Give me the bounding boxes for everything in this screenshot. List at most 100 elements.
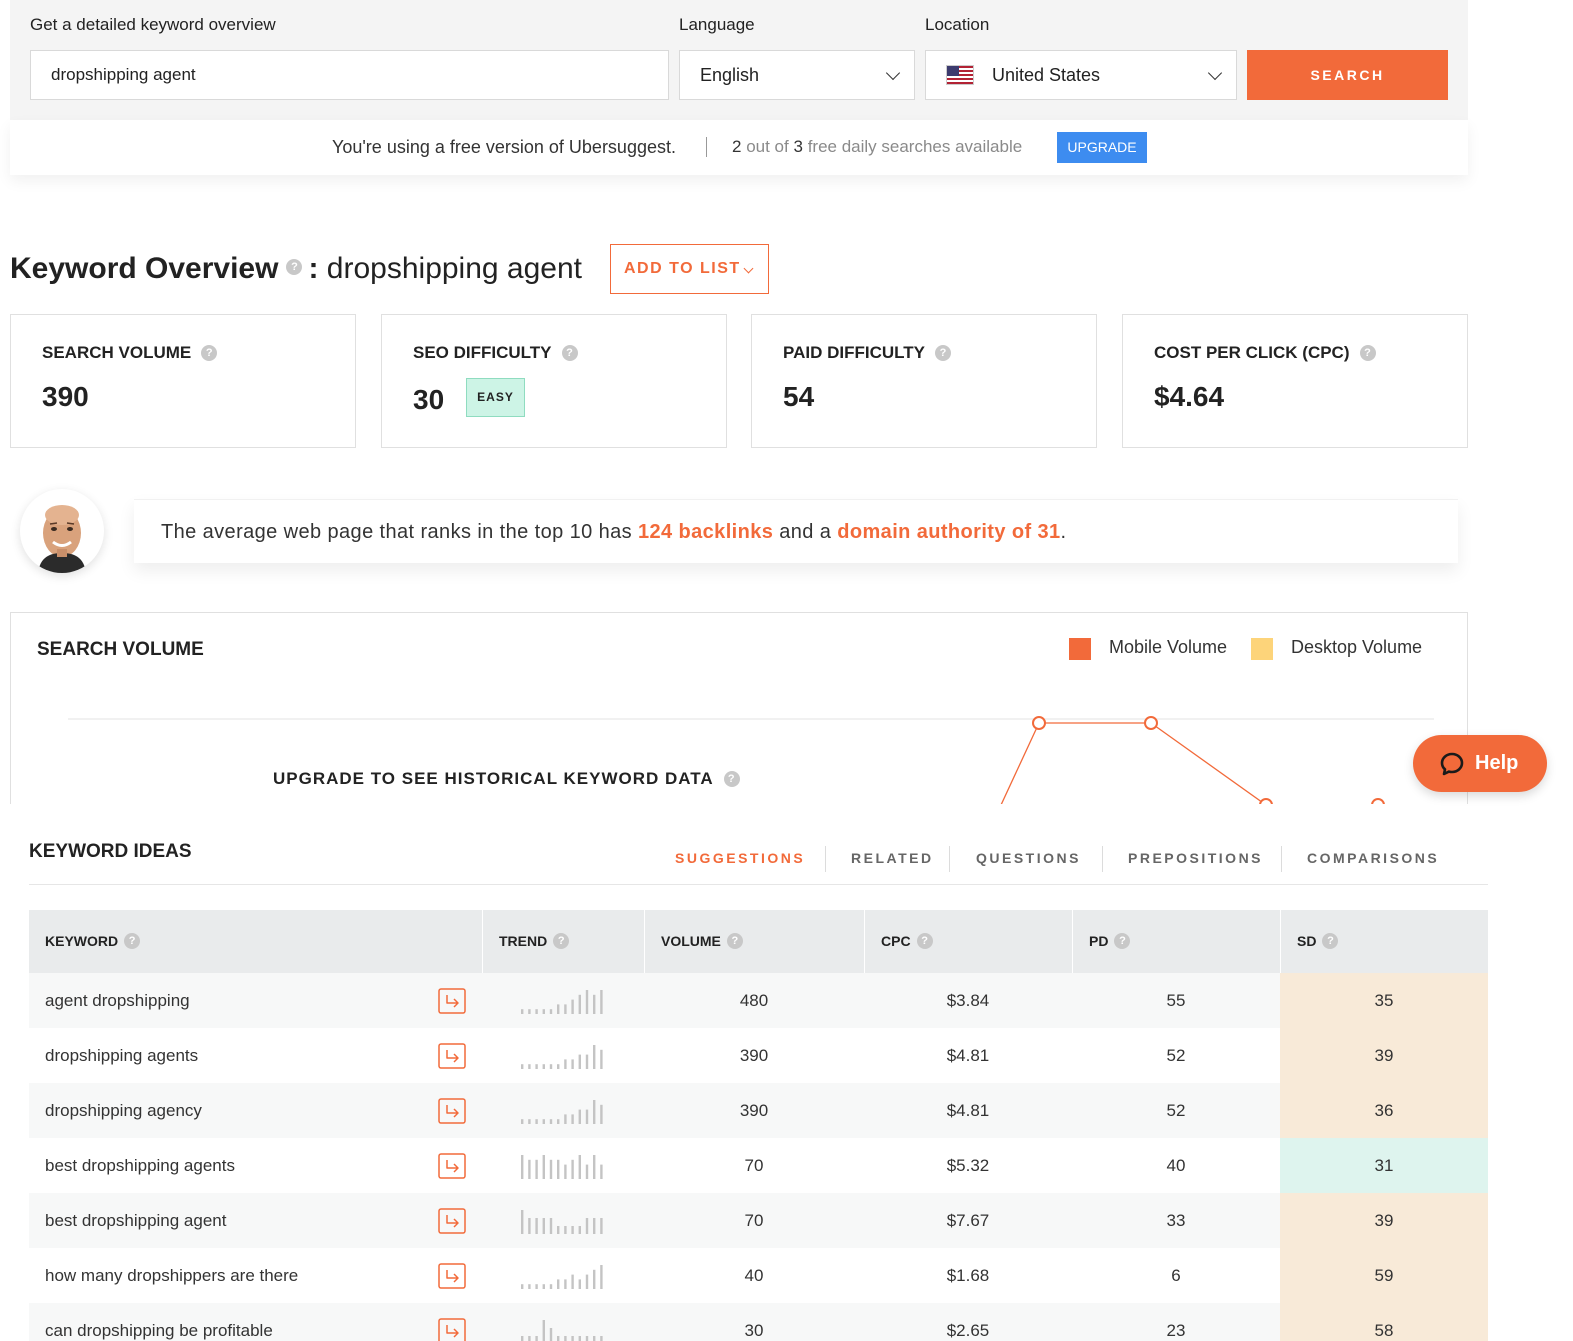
help-icon[interactable]: ?	[553, 933, 570, 950]
search-volume-chart: SEARCH VOLUME Mobile Volume Desktop Volu…	[10, 612, 1468, 804]
keyword-cell[interactable]: best dropshipping agents	[45, 1138, 235, 1193]
keyword-cell[interactable]: best dropshipping agent	[45, 1193, 226, 1248]
trend-bar	[542, 1009, 545, 1014]
trend-bar	[585, 990, 589, 1014]
trend-bar	[564, 1164, 567, 1179]
location-select[interactable]: United States	[925, 50, 1237, 100]
trend-bar	[585, 1274, 589, 1289]
trend-sparkline	[521, 1045, 603, 1069]
trend-bar	[549, 1284, 553, 1289]
open-keyword-icon[interactable]	[438, 1098, 466, 1124]
volume-cell: 30	[744, 1321, 764, 1340]
trend-bar	[535, 1009, 538, 1014]
help-icon[interactable]: ?	[1359, 344, 1376, 361]
help-icon[interactable]: ?	[916, 933, 933, 950]
cpc-cell: $7.67	[946, 1211, 990, 1230]
trend-bar	[535, 1336, 538, 1341]
free-searches-count: 2 out of 3 free daily searches available	[732, 137, 1023, 156]
open-keyword-icon[interactable]	[438, 988, 466, 1014]
volume-cell: 70	[744, 1211, 764, 1230]
trend-bar	[593, 1269, 596, 1289]
metric-value: 54	[783, 381, 815, 412]
help-icon[interactable]: ?	[561, 344, 578, 361]
column-header-cpc[interactable]: CPC?	[865, 910, 933, 973]
tab-comparisons[interactable]: COMPARISONS	[1307, 850, 1439, 866]
tab-divider	[1281, 846, 1282, 872]
trend-bar	[521, 1119, 524, 1124]
help-icon[interactable]: ?	[723, 770, 740, 787]
trend-bar	[528, 1009, 531, 1014]
open-keyword-icon[interactable]	[438, 1208, 466, 1234]
free-version-message: You're using a free version of Ubersugge…	[332, 137, 676, 157]
trend-bar	[600, 1218, 603, 1234]
sd-cell: 31	[1280, 1138, 1488, 1193]
keyword-cell[interactable]: can dropshipping be profitable	[45, 1303, 273, 1341]
tab-divider	[949, 846, 950, 872]
help-icon[interactable]: ?	[934, 344, 951, 361]
cpc-cell: $4.81	[946, 1046, 990, 1065]
trend-bar	[535, 1159, 538, 1179]
trend-bar	[593, 1045, 596, 1069]
keyword-cell[interactable]: dropshipping agents	[45, 1028, 198, 1083]
open-keyword-icon[interactable]	[438, 1153, 466, 1179]
volume-cell: 40	[744, 1266, 764, 1285]
trend-bar	[549, 1328, 553, 1341]
metric-value: 390	[42, 381, 89, 412]
keyword-cell[interactable]: dropshipping agency	[45, 1083, 202, 1138]
pd-cell: 6	[1171, 1266, 1181, 1285]
trend-bar	[593, 1336, 596, 1341]
trend-bar	[600, 1265, 603, 1289]
overview-title: Keyword Overview	[10, 252, 279, 285]
trend-bar	[521, 1210, 524, 1234]
help-button[interactable]: Help	[1413, 735, 1547, 792]
open-keyword-icon[interactable]	[438, 1318, 466, 1341]
help-icon[interactable]: ?	[726, 933, 743, 950]
language-label: Language	[679, 15, 755, 34]
tab-divider	[1102, 846, 1103, 872]
open-keyword-icon[interactable]	[438, 1263, 466, 1289]
help-icon[interactable]: ?	[1322, 933, 1339, 950]
trend-bar	[557, 1064, 560, 1069]
volume-cell: 480	[739, 991, 769, 1010]
keyword-ideas-table: KEYWORD? TREND? VOLUME? CPC? PD? SD? age…	[29, 910, 1488, 1341]
trend-sparkline	[521, 1155, 603, 1179]
keyword-cell[interactable]: agent dropshipping	[45, 973, 190, 1028]
tab-questions[interactable]: QUESTIONS	[976, 850, 1081, 866]
trend-bar	[564, 1279, 567, 1289]
sd-cell: 39	[1280, 1028, 1488, 1083]
cpc-cell: $5.32	[946, 1156, 990, 1175]
cpc-cell: $1.68	[946, 1266, 990, 1285]
column-header-sd[interactable]: SD?	[1281, 910, 1339, 973]
column-header-volume[interactable]: VOLUME?	[645, 910, 743, 973]
upgrade-button[interactable]: UPGRADE	[1057, 132, 1147, 163]
metric-label: PAID DIFFICULTY?	[783, 343, 951, 363]
data-point	[1371, 798, 1385, 804]
language-select[interactable]: English	[679, 50, 915, 100]
tab-related[interactable]: RELATED	[851, 850, 934, 866]
trend-bar	[585, 1109, 589, 1124]
keyword-cell[interactable]: how many dropshippers are there	[45, 1248, 298, 1303]
search-button[interactable]: SEARCH	[1247, 50, 1448, 100]
trend-bar	[593, 1218, 596, 1234]
metric-value: 30	[413, 384, 445, 415]
cpc-cell: $4.81	[946, 1101, 990, 1120]
help-icon[interactable]: ?	[1114, 933, 1131, 950]
trend-bar	[578, 1109, 581, 1124]
trend-bar	[521, 1009, 524, 1014]
volume-cell: 390	[739, 1101, 769, 1120]
tab-prepositions[interactable]: PREPOSITIONS	[1128, 850, 1263, 866]
add-to-list-button[interactable]: ADD TO LIST	[610, 244, 769, 294]
trend-bar	[528, 1284, 531, 1289]
keyword-input[interactable]: dropshipping agent	[30, 50, 669, 100]
help-icon[interactable]: ?	[201, 344, 218, 361]
tab-suggestions[interactable]: SUGGESTIONS	[675, 850, 805, 866]
trend-bar	[528, 1159, 531, 1179]
help-icon[interactable]: ?	[124, 933, 141, 950]
trend-bar	[557, 1119, 560, 1124]
open-keyword-icon[interactable]	[438, 1043, 466, 1069]
help-icon[interactable]: ?	[286, 259, 303, 276]
column-header-pd[interactable]: PD?	[1073, 910, 1131, 973]
column-header-trend[interactable]: TREND?	[483, 910, 570, 973]
seo-difficulty-card: SEO DIFFICULTY? 30 EASY	[381, 314, 727, 448]
column-header-keyword[interactable]: KEYWORD?	[29, 910, 141, 973]
